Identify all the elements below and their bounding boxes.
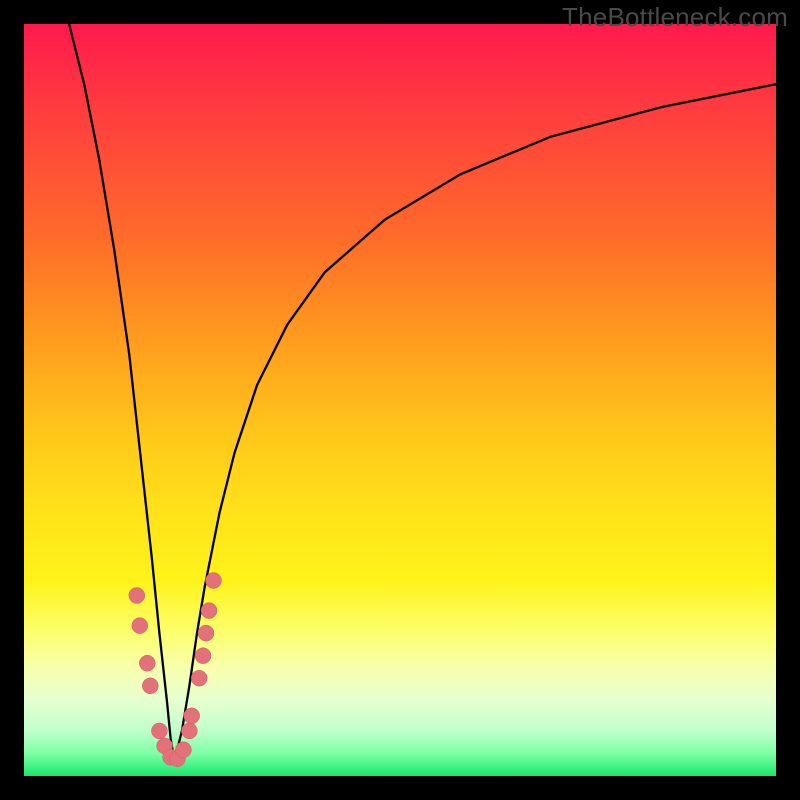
- data-marker: [195, 648, 211, 664]
- curve-layer: [24, 24, 776, 776]
- data-marker: [191, 670, 207, 686]
- data-marker: [139, 655, 155, 671]
- data-marker: [132, 618, 148, 634]
- data-marker: [184, 708, 200, 724]
- curve-right-branch: [174, 84, 776, 761]
- marker-cluster: [129, 573, 222, 767]
- data-marker: [151, 723, 167, 739]
- watermark-text: TheBottleneck.com: [562, 2, 788, 33]
- plot-area: [24, 24, 776, 776]
- data-marker: [175, 742, 191, 758]
- data-marker: [129, 588, 145, 604]
- data-marker: [206, 573, 222, 589]
- curve-left-branch: [69, 24, 174, 761]
- data-marker: [198, 625, 214, 641]
- data-marker: [181, 723, 197, 739]
- data-marker: [201, 603, 217, 619]
- data-marker: [142, 678, 158, 694]
- chart-frame: TheBottleneck.com: [0, 0, 800, 800]
